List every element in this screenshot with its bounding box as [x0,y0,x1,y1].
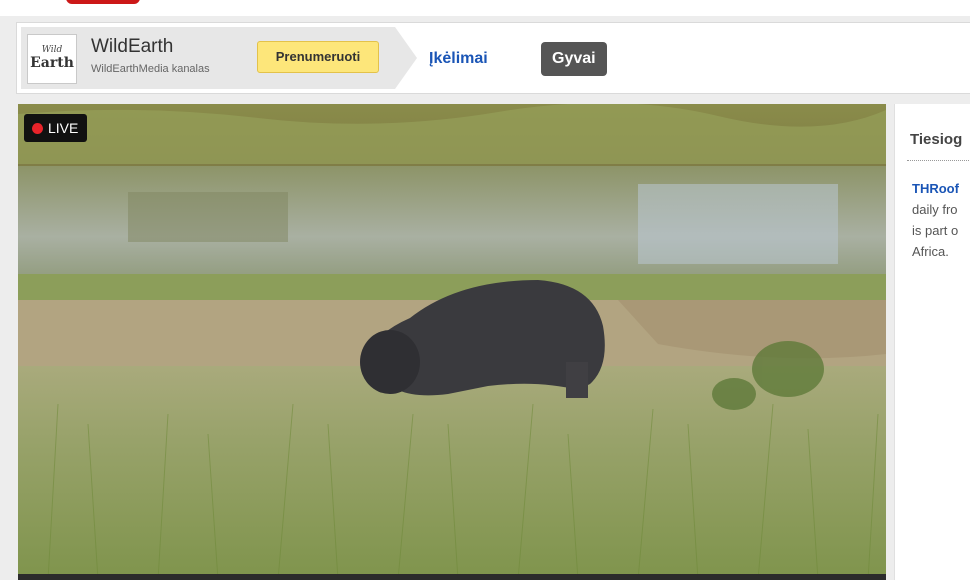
description-line: Africa. [912,244,949,259]
video-frame [18,104,886,580]
logo-text-big: Earth [30,55,74,71]
live-label: LIVE [48,120,79,136]
channel-header: Wild Earth WildEarth WildEarthMedia kana… [16,22,970,94]
live-indicator-icon [32,123,43,134]
panel-title: Tiesiog [910,131,963,148]
video-player[interactable]: LIVE [18,104,886,580]
channel-subtitle: WildEarthMedia kanalas [91,63,210,75]
panel-divider [907,160,970,161]
top-strip [0,0,970,16]
tab-uploads[interactable]: Įkėlimai [429,50,488,68]
description-line: is part o [912,223,959,238]
channel-logo[interactable]: Wild Earth [27,34,77,84]
live-info-panel: Tiesiog THRoof daily fro is part o Afric… [894,104,970,580]
panel-description: THRoof daily fro is part o Africa. [912,178,970,262]
subscribe-button[interactable]: Prenumeruoti [257,41,379,73]
youtube-logo[interactable] [66,0,140,4]
logo-text-small: Wild [41,45,63,55]
tab-live[interactable]: Gyvai [541,42,607,76]
description-line: daily fro [912,202,958,217]
channel-tab[interactable]: Wild Earth WildEarth WildEarthMedia kana… [21,27,417,89]
description-link[interactable]: THRoof [912,178,970,199]
channel-name[interactable]: WildEarth [91,36,173,58]
live-badge: LIVE [24,114,88,142]
